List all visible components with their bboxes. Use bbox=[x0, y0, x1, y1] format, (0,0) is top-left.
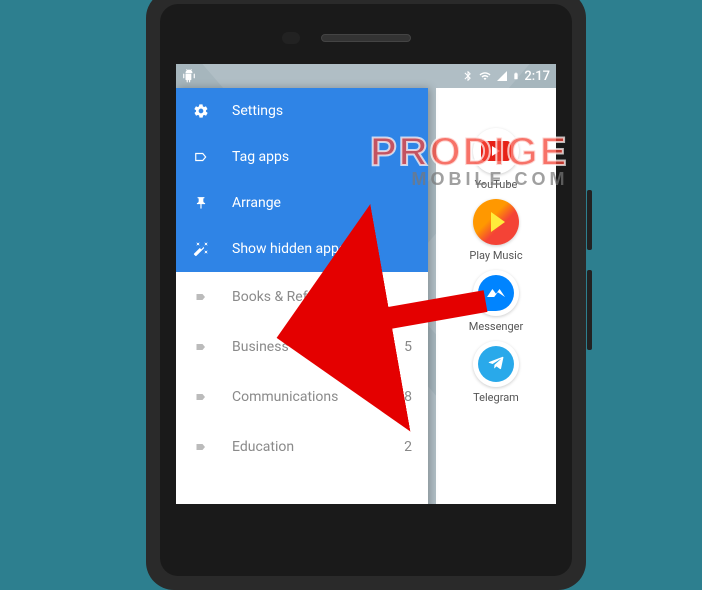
menu-label: Settings bbox=[232, 103, 283, 119]
app-label: Messenger bbox=[469, 320, 523, 333]
battery-icon bbox=[512, 69, 520, 83]
drawer-actions: Settings Tag apps Arrange Show hidden ap… bbox=[176, 88, 428, 272]
app-telegram[interactable]: Telegram bbox=[473, 341, 519, 404]
category-count: 2 bbox=[404, 439, 412, 455]
menu-arrange[interactable]: Arrange bbox=[176, 180, 428, 226]
play-music-icon bbox=[473, 199, 519, 245]
category-label: Business bbox=[232, 339, 289, 355]
bluetooth-icon bbox=[462, 70, 474, 82]
tag-icon bbox=[192, 341, 210, 353]
app-label: Telegram bbox=[473, 391, 519, 404]
menu-label: Arrange bbox=[232, 195, 281, 211]
telegram-icon bbox=[473, 341, 519, 387]
app-label: YouTube bbox=[475, 178, 518, 191]
pin-icon bbox=[192, 195, 210, 211]
gear-icon bbox=[192, 103, 210, 119]
phone-frame: 2:17 YouTube Play Music Messenger bbox=[146, 0, 586, 590]
category-books[interactable]: Books & Reference bbox=[176, 272, 428, 322]
category-count: 18 bbox=[396, 389, 412, 405]
app-youtube[interactable]: YouTube bbox=[473, 128, 519, 191]
wifi-icon bbox=[478, 70, 492, 82]
power-button bbox=[587, 270, 592, 350]
menu-label: Tag apps bbox=[232, 149, 289, 165]
app-messenger[interactable]: Messenger bbox=[469, 270, 523, 333]
tag-icon bbox=[192, 391, 210, 403]
category-count: 5 bbox=[404, 339, 412, 355]
category-label: Education bbox=[232, 439, 294, 455]
app-column: YouTube Play Music Messenger Telegram bbox=[436, 88, 556, 504]
category-business[interactable]: Business 5 bbox=[176, 322, 428, 372]
status-bar: 2:17 bbox=[176, 64, 556, 88]
category-label: Books & Reference bbox=[232, 289, 349, 305]
clock: 2:17 bbox=[524, 69, 550, 84]
wand-icon bbox=[192, 241, 210, 257]
android-icon bbox=[182, 69, 196, 83]
sensor bbox=[282, 32, 300, 44]
speaker-grill bbox=[321, 34, 411, 42]
menu-tag-apps[interactable]: Tag apps bbox=[176, 134, 428, 180]
tag-icon bbox=[192, 441, 210, 453]
screen: 2:17 YouTube Play Music Messenger bbox=[176, 64, 556, 504]
tag-icon bbox=[192, 291, 210, 303]
app-label: Play Music bbox=[469, 249, 522, 262]
menu-label: Show hidden apps bbox=[232, 241, 346, 257]
messenger-icon bbox=[473, 270, 519, 316]
menu-settings[interactable]: Settings bbox=[176, 88, 428, 134]
category-education[interactable]: Education 2 bbox=[176, 422, 428, 472]
category-label: Communications bbox=[232, 389, 338, 405]
nav-drawer: Settings Tag apps Arrange Show hidden ap… bbox=[176, 88, 428, 504]
signal-icon bbox=[496, 70, 508, 82]
youtube-icon bbox=[473, 128, 519, 174]
category-communications[interactable]: Communications 18 bbox=[176, 372, 428, 422]
volume-button bbox=[587, 190, 592, 250]
app-play-music[interactable]: Play Music bbox=[469, 199, 522, 262]
menu-show-hidden[interactable]: Show hidden apps bbox=[176, 226, 428, 272]
tag-outline-icon bbox=[192, 150, 210, 164]
